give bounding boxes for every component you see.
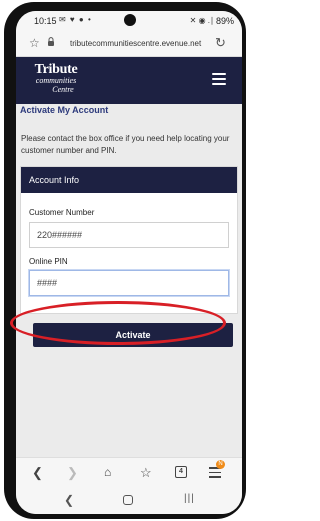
account-info-panel: Account Info Customer Number 220###### O… [20,166,238,314]
back-arrow-icon[interactable]: ❮ [32,465,43,481]
forward-arrow-icon[interactable]: ❯ [67,465,78,481]
customer-number-input[interactable]: 220###### [29,222,229,248]
hamburger-menu-icon[interactable] [212,73,226,85]
logo-line-1: Tribute [34,62,78,77]
page-title: Activate My Account [20,105,109,115]
screen: 10:15 ✉ ♥ ● • ✕ ◉ .∣ 89% ☆ tributecommun… [16,11,242,514]
system-nav-bar: ❮ ||| [16,487,242,514]
panel-title: Account Info [21,167,237,193]
address-bar[interactable]: ☆ tributecommunitiescentre.evenue.net ↻ [16,31,242,57]
site-logo[interactable]: Tribute communities Centre [26,62,86,95]
status-bar: 10:15 ✉ ♥ ● • ✕ ◉ .∣ 89% [16,11,242,31]
system-back-icon[interactable]: ❮ [64,493,74,507]
camera-icon [124,14,136,26]
bookmark-star-icon[interactable]: ☆ [29,36,40,50]
url-text[interactable]: tributecommunitiescentre.evenue.net [70,39,201,48]
recent-apps-icon[interactable]: ||| [184,493,195,504]
system-home-icon[interactable] [123,495,133,505]
highlight-oval [10,301,226,345]
status-time: 10:15 [34,16,57,26]
home-icon[interactable]: ⌂ [104,465,111,479]
notification-icons: ✉ ♥ ● • [59,15,92,24]
bookmarks-star-icon[interactable]: ☆ [140,465,152,481]
notification-badge: N [216,460,225,469]
reload-icon[interactable]: ↻ [215,35,226,51]
phone-frame: 10:15 ✉ ♥ ● • ✕ ◉ .∣ 89% ☆ tributecommun… [4,2,246,519]
site-header: Tribute communities Centre [16,57,242,104]
online-pin-label: Online PIN [29,257,68,266]
signal-icons: ✕ ◉ .∣ [189,16,214,25]
help-text: Please contact the box office if you nee… [21,134,230,155]
lock-icon[interactable] [47,37,55,46]
logo-line-3: Centre [52,85,74,94]
tabs-count-icon[interactable]: 4 [175,466,187,478]
battery-level: 89% [215,16,234,26]
logo-line-2: communities [35,76,77,85]
customer-number-label: Customer Number [29,208,95,217]
online-pin-input[interactable]: #### [29,270,229,296]
browser-toolbar: ❮ ❯ ⌂ ☆ 4 N [16,457,242,487]
